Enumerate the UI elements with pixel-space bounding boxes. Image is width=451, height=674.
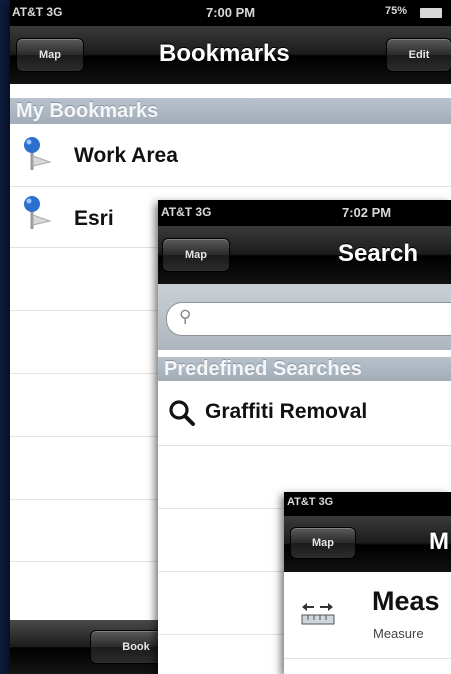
battery-icon [420,8,442,18]
status-bar: AT&T 3G [284,492,451,516]
measure-screen: AT&T 3G Map M Meas Measure [284,492,451,674]
bookmarks-navbar: Map Bookmarks Edit [10,26,451,84]
page-title: Bookmarks [159,40,290,67]
edit-button[interactable]: Edit [386,38,451,72]
status-bar: AT&T 3G 7:00 PM 75% [10,0,451,26]
pin-icon [24,137,52,170]
tool-title: Meas [372,586,440,616]
map-button[interactable]: Map [290,527,356,559]
magnifier-icon [169,400,195,426]
signal-carrier: AT&T 3G [287,496,334,508]
bookmark-label: Work Area [74,144,178,167]
search-icon: ⚲ [179,307,192,326]
status-bar: AT&T 3G 7:02 PM [158,200,451,226]
measure-ruler-icon [301,603,335,625]
bookmark-label: Esri [74,207,114,230]
tool-row-measure[interactable]: Meas Measure [284,572,451,659]
battery-level: 75% [385,5,408,17]
page-title: Search [338,240,419,267]
section-header-predefined-searches: Predefined Searches [158,357,451,381]
bookmark-row-work-area[interactable]: Work Area [10,124,451,187]
search-bar: ⚲ [158,284,451,350]
search-input[interactable]: ⚲ [166,302,451,336]
pin-icon [24,196,52,229]
map-button[interactable]: Map [162,238,230,272]
page-title: M [429,528,449,555]
status-time: 7:02 PM [342,205,392,220]
signal-carrier: AT&T 3G [12,5,63,19]
measure-navbar: Map M [284,516,451,572]
map-button[interactable]: Map [16,38,84,72]
search-row-graffiti-removal[interactable]: Graffiti Removal [158,381,451,446]
status-time: 7:00 PM [206,5,256,20]
section-header-my-bookmarks: My Bookmarks [10,98,451,124]
tool-subtitle: Measure [373,626,424,641]
search-navbar: Map Search [158,226,451,284]
search-label: Graffiti Removal [205,400,368,423]
signal-carrier: AT&T 3G [161,205,212,219]
